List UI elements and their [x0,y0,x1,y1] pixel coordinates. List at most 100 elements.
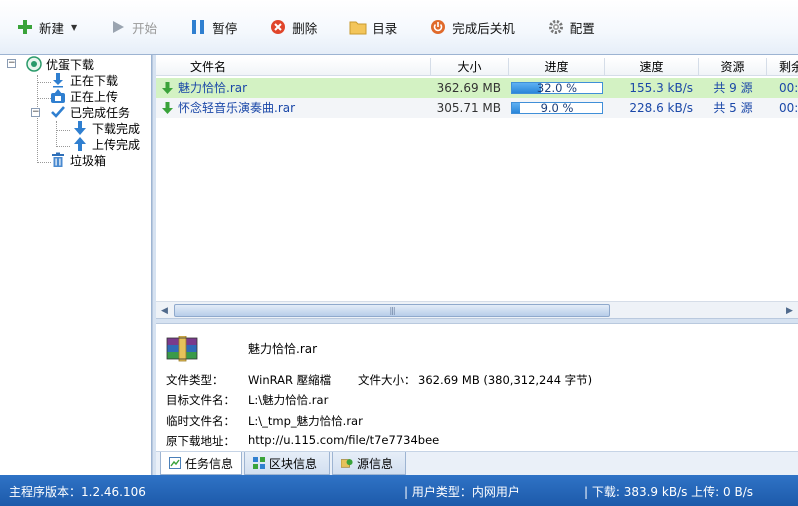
tree-item-download-done[interactable]: 下载完成 [72,120,140,136]
file-size-label: 文件大小： [358,373,416,387]
tree-item-root[interactable]: 优蛋下载 [26,56,94,72]
tree-item-downloading[interactable]: 正在下载 [50,72,118,88]
tree-uploading-label: 正在上传 [70,89,119,104]
new-button[interactable]: 新建 ▼ [10,14,83,40]
new-label: 新建 [39,20,65,36]
column-header-sources[interactable]: 资源 [699,58,767,76]
progress-text: 9.0 % [540,101,574,115]
shutdown-button[interactable]: 完成后关机 [423,14,521,40]
target-filename-value: L:\魅力恰恰.rar [248,393,329,407]
checkmark-icon [50,104,66,120]
start-label: 开始 [132,20,158,36]
column-header-name[interactable]: 文件名 [156,58,431,76]
delete-button[interactable]: 删除 [263,14,323,40]
gear-icon [547,18,565,36]
tree-line [37,98,51,99]
column-header-remaining[interactable]: 剩余 [767,58,798,76]
folder-button[interactable]: 目录 [343,14,403,40]
upload-icon [50,88,66,104]
blocks-icon [253,457,265,469]
chevron-down-icon[interactable]: ▼ [71,23,77,32]
download-arrow-icon [50,72,66,88]
arrow-up-icon [72,136,88,152]
table-row[interactable]: 怀念轻音乐演奏曲.rar 305.71 MB 9.0 % 228.6 kB/s … [156,98,798,118]
tree-collapse-root[interactable]: − [7,59,16,68]
tree-downloading-label: 正在下载 [70,73,119,88]
column-header-speed[interactable]: 速度 [605,58,699,76]
tree-collapse-completed[interactable]: − [31,108,40,117]
trash-icon [50,152,66,168]
tree-trash-label: 垃圾箱 [70,153,107,168]
temp-filename-value: L:\_tmp_魅力恰恰.rar [248,414,363,428]
temp-filename-label: 临时文件名： [166,414,235,428]
task-info-icon [169,457,181,469]
time-remaining: 00:2 [779,101,798,115]
file-size: 305.71 MB [436,101,501,115]
task-list: 文件名 大小 进度 速度 资源 剩余 魅力恰恰.rar 362.69 MB 32… [156,55,798,318]
power-icon [429,18,447,36]
tab-task-info[interactable]: 任务信息 [160,452,242,475]
table-row[interactable]: 魅力恰恰.rar 362.69 MB 32.0 % 155.3 kB/s 共 9… [156,78,798,98]
scroll-left-icon[interactable]: ◀ [157,303,172,318]
tree-upload-done-label: 上传完成 [92,137,141,152]
tab-block-info-label: 区块信息 [269,456,318,471]
file-size-value: 362.69 MB (380,312,244 字节) [418,373,593,387]
delete-icon [269,18,287,36]
tree-line [56,146,70,147]
download-speed: 155.3 kB/s [629,81,693,95]
tree-line [56,121,57,147]
progress-bar: 32.0 % [511,82,603,94]
file-name-cell: 怀念轻音乐演奏曲.rar [156,98,431,118]
tab-block-info[interactable]: 区块信息 [244,452,330,475]
transfer-speed-text: | 下载: 383.9 kB/s 上传: 0 B/s [584,485,754,499]
sources-icon [341,457,353,469]
column-header-progress[interactable]: 进度 [509,58,605,76]
column-header-size[interactable]: 大小 [431,58,509,76]
tree-item-completed[interactable]: 已完成任务 [50,104,130,120]
progress-cell: 9.0 % [509,98,605,118]
toolbar: 新建 ▼ 开始 暂停 删除 目录 完成后关机 配置 [0,0,798,55]
tree-item-trash[interactable]: 垃圾箱 [50,152,106,168]
source-url-value[interactable]: http://u.115.com/file/t7e7734bee [248,433,439,447]
tab-source-info[interactable]: 源信息 [332,452,406,475]
tree-completed-label: 已完成任务 [70,105,131,120]
tree-line [56,130,70,131]
folder-label: 目录 [372,20,398,36]
pause-label: 暂停 [212,20,238,36]
file-name: 怀念轻音乐演奏曲.rar [178,101,296,115]
tree-root-label: 优蛋下载 [46,57,95,72]
tree-item-uploading[interactable]: 正在上传 [50,88,118,104]
tab-source-info-label: 源信息 [357,456,394,471]
tab-task-info-label: 任务信息 [185,456,234,471]
settings-button[interactable]: 配置 [541,14,601,40]
task-detail-panel: 魅力恰恰.rar 文件类型： WinRAR 壓縮檔 文件大小： 362.69 M… [156,324,798,451]
download-arrow-icon [162,81,173,95]
play-icon [109,18,127,36]
source-count: 共 5 源 [713,101,753,115]
folder-icon [349,18,367,36]
download-speed: 228.6 kB/s [629,101,693,115]
file-name: 魅力恰恰.rar [178,81,248,95]
arrow-down-icon [72,120,88,136]
file-size: 362.69 MB [436,81,501,95]
progress-text: 32.0 % [536,81,578,95]
pause-button[interactable]: 暂停 [183,14,243,40]
category-tree: − 优蛋下载 正在下载 正在上传 − 已完成任务 下载完成 上传完成 垃圾箱 [0,55,152,475]
start-button[interactable]: 开始 [103,14,163,40]
detail-filename: 魅力恰恰.rar [248,342,318,356]
list-header: 文件名 大小 进度 速度 资源 剩余 [156,58,798,76]
scrollbar-thumb[interactable]: ||| [174,304,610,317]
delete-label: 删除 [292,20,318,36]
app-logo-icon [26,56,42,72]
source-url-label: 原下载地址： [166,434,235,448]
scroll-right-icon[interactable]: ▶ [782,303,797,318]
progress-cell: 32.0 % [509,78,605,98]
file-type-label: 文件类型： [166,373,224,387]
plus-icon [16,18,34,36]
time-remaining: 00:2 [779,81,798,95]
file-type-value: WinRAR 壓縮檔 [248,373,332,387]
tree-item-upload-done[interactable]: 上传完成 [72,136,140,152]
source-count: 共 9 源 [713,81,753,95]
horizontal-scrollbar[interactable]: ◀ ||| ▶ [156,301,798,318]
shutdown-label: 完成后关机 [452,20,515,36]
